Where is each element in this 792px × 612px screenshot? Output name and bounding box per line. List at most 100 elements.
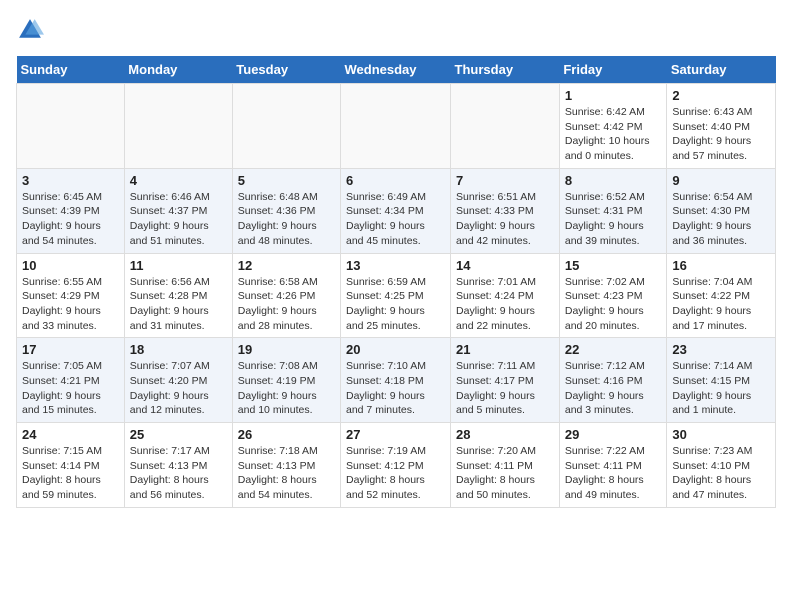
calendar-cell [17,84,125,169]
day-info: Sunrise: 7:17 AM Sunset: 4:13 PM Dayligh… [130,444,227,503]
calendar-cell: 30Sunrise: 7:23 AM Sunset: 4:10 PM Dayli… [667,423,776,508]
day-info: Sunrise: 6:46 AM Sunset: 4:37 PM Dayligh… [130,190,227,249]
day-info: Sunrise: 7:04 AM Sunset: 4:22 PM Dayligh… [672,275,770,334]
calendar-cell: 14 Sunrise: 7:01 AM Sunset: 4:24 PM Dayli… [451,253,560,338]
calendar-cell: 29 Sunrise: 7:22 AM Sunset: 4:11 PM Dayli… [559,423,667,508]
day-info: Sunrise: 7:02 AM Sunset: 4:23 PM Dayligh… [565,275,662,334]
calendar-cell [451,84,560,169]
calendar-week-row: 3 Sunrise: 6:45 AM Sunset: 4:39 PM Daylig… [17,168,776,253]
weekday-header-tuesday: Tuesday [232,56,340,84]
day-info: Sunrise: 6:52 AM Sunset: 4:31 PM Dayligh… [565,190,662,249]
logo [16,16,48,44]
calendar-cell: 5 Sunrise: 6:48 AM Sunset: 4:36 PM Daylig… [232,168,340,253]
weekday-header-row: SundayMondayTuesdayWednesdayThursdayFrid… [17,56,776,84]
day-number: 1 [565,88,662,103]
day-info: Sunrise: 7:15 AM Sunset: 4:14 PM Dayligh… [22,444,119,503]
calendar-cell: 26 Sunrise: 7:18 AM Sunset: 4:13 PM Dayli… [232,423,340,508]
day-info: Sunrise: 6:42 AM Sunset: 4:42 PM Dayligh… [565,105,662,164]
calendar-table: SundayMondayTuesdayWednesdayThursdayFrid… [16,56,776,508]
logo-icon [16,16,44,44]
day-info: Sunrise: 6:48 AM Sunset: 4:36 PM Dayligh… [238,190,335,249]
calendar-cell: 11 Sunrise: 6:56 AM Sunset: 4:28 PM Dayli… [124,253,232,338]
calendar-cell: 13 Sunrise: 6:59 AM Sunset: 4:25 PM Dayli… [341,253,451,338]
day-number: 11 [130,258,227,273]
day-number: 2 [672,88,770,103]
calendar-cell: 19 Sunrise: 7:08 AM Sunset: 4:19 PM Dayli… [232,338,340,423]
page-header [16,16,776,44]
day-number: 27 [346,427,445,442]
day-number: 29 [565,427,662,442]
day-number: 13 [346,258,445,273]
day-number: 6 [346,173,445,188]
calendar-cell: 2 Sunrise: 6:43 AM Sunset: 4:40 PM Daylig… [667,84,776,169]
day-info: Sunrise: 7:20 AM Sunset: 4:11 PM Dayligh… [456,444,554,503]
calendar-cell: 21Sunrise: 7:11 AM Sunset: 4:17 PM Dayli… [451,338,560,423]
weekday-header-saturday: Saturday [667,56,776,84]
weekday-header-friday: Friday [559,56,667,84]
day-number: 14 [456,258,554,273]
day-info: Sunrise: 7:07 AM Sunset: 4:20 PM Dayligh… [130,359,227,418]
day-number: 5 [238,173,335,188]
day-info: Sunrise: 6:54 AM Sunset: 4:30 PM Dayligh… [672,190,770,249]
day-info: Sunrise: 6:45 AM Sunset: 4:39 PM Dayligh… [22,190,119,249]
day-number: 17 [22,342,119,357]
weekday-header-sunday: Sunday [17,56,125,84]
weekday-header-monday: Monday [124,56,232,84]
day-number: 19 [238,342,335,357]
day-number: 18 [130,342,227,357]
calendar-cell: 10 Sunrise: 6:55 AM Sunset: 4:29 PM Dayli… [17,253,125,338]
day-info: Sunrise: 7:22 AM Sunset: 4:11 PM Dayligh… [565,444,662,503]
calendar-cell: 4 Sunrise: 6:46 AM Sunset: 4:37 PM Daylig… [124,168,232,253]
day-number: 3 [22,173,119,188]
calendar-cell: 20 Sunrise: 7:10 AM Sunset: 4:18 PM Dayli… [341,338,451,423]
day-info: Sunrise: 7:01 AM Sunset: 4:24 PM Dayligh… [456,275,554,334]
day-number: 7 [456,173,554,188]
weekday-header-wednesday: Wednesday [341,56,451,84]
day-number: 28 [456,427,554,442]
calendar-cell: 28 Sunrise: 7:20 AM Sunset: 4:11 PM Dayli… [451,423,560,508]
day-info: Sunrise: 7:08 AM Sunset: 4:19 PM Dayligh… [238,359,335,418]
day-number: 30 [672,427,770,442]
day-number: 25 [130,427,227,442]
calendar-cell: 6 Sunrise: 6:49 AM Sunset: 4:34 PM Daylig… [341,168,451,253]
day-info: Sunrise: 6:43 AM Sunset: 4:40 PM Dayligh… [672,105,770,164]
day-info: Sunrise: 7:11 AM Sunset: 4:17 PM Dayligh… [456,359,554,418]
day-number: 22 [565,342,662,357]
day-number: 4 [130,173,227,188]
day-number: 8 [565,173,662,188]
calendar-week-row: 17 Sunrise: 7:05 AM Sunset: 4:21 PM Dayli… [17,338,776,423]
day-info: Sunrise: 7:10 AM Sunset: 4:18 PM Dayligh… [346,359,445,418]
calendar-cell: 12Sunrise: 6:58 AM Sunset: 4:26 PM Dayli… [232,253,340,338]
calendar-cell [124,84,232,169]
calendar-cell: 1 Sunrise: 6:42 AM Sunset: 4:42 PM Daylig… [559,84,667,169]
calendar-week-row: 10 Sunrise: 6:55 AM Sunset: 4:29 PM Dayli… [17,253,776,338]
calendar-cell: 18 Sunrise: 7:07 AM Sunset: 4:20 PM Dayli… [124,338,232,423]
calendar-cell [341,84,451,169]
calendar-cell: 23Sunrise: 7:14 AM Sunset: 4:15 PM Dayli… [667,338,776,423]
day-number: 10 [22,258,119,273]
day-info: Sunrise: 7:05 AM Sunset: 4:21 PM Dayligh… [22,359,119,418]
calendar-cell: 22Sunrise: 7:12 AM Sunset: 4:16 PM Dayli… [559,338,667,423]
day-number: 15 [565,258,662,273]
day-info: Sunrise: 6:49 AM Sunset: 4:34 PM Dayligh… [346,190,445,249]
day-number: 9 [672,173,770,188]
calendar-cell: 25 Sunrise: 7:17 AM Sunset: 4:13 PM Dayli… [124,423,232,508]
day-info: Sunrise: 6:59 AM Sunset: 4:25 PM Dayligh… [346,275,445,334]
calendar-cell: 15 Sunrise: 7:02 AM Sunset: 4:23 PM Dayli… [559,253,667,338]
calendar-week-row: 1 Sunrise: 6:42 AM Sunset: 4:42 PM Daylig… [17,84,776,169]
day-number: 26 [238,427,335,442]
weekday-header-thursday: Thursday [451,56,560,84]
day-info: Sunrise: 6:56 AM Sunset: 4:28 PM Dayligh… [130,275,227,334]
calendar-cell: 3 Sunrise: 6:45 AM Sunset: 4:39 PM Daylig… [17,168,125,253]
day-info: Sunrise: 6:55 AM Sunset: 4:29 PM Dayligh… [22,275,119,334]
calendar-cell [232,84,340,169]
day-info: Sunrise: 7:18 AM Sunset: 4:13 PM Dayligh… [238,444,335,503]
day-number: 24 [22,427,119,442]
day-info: Sunrise: 7:19 AM Sunset: 4:12 PM Dayligh… [346,444,445,503]
calendar-cell: 8 Sunrise: 6:52 AM Sunset: 4:31 PM Daylig… [559,168,667,253]
day-number: 16 [672,258,770,273]
calendar-week-row: 24 Sunrise: 7:15 AM Sunset: 4:14 PM Dayli… [17,423,776,508]
calendar-cell: 24 Sunrise: 7:15 AM Sunset: 4:14 PM Dayli… [17,423,125,508]
day-number: 12 [238,258,335,273]
day-number: 20 [346,342,445,357]
